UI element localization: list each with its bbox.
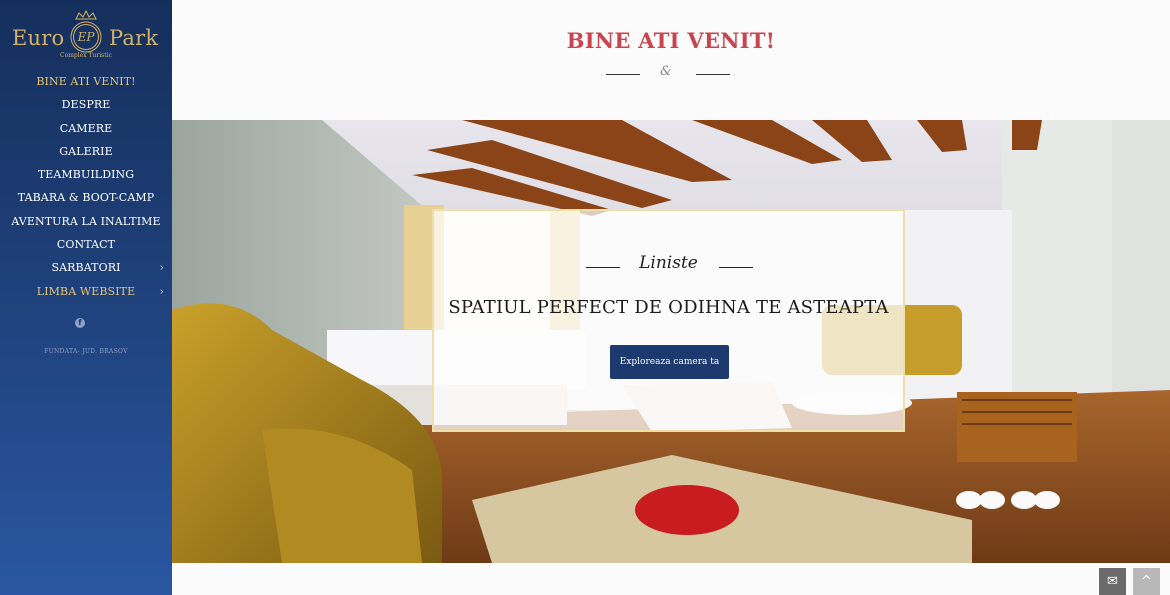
main-nav: BINE ATI VENIT! DESPRE CAMERE GALERIE TE… bbox=[0, 73, 172, 306]
crown-monogram-icon: EP bbox=[70, 10, 102, 53]
nav-item-galerie[interactable]: GALERIE bbox=[0, 143, 172, 166]
logo-word-euro: Euro bbox=[12, 26, 65, 50]
logo-word-park: Park bbox=[109, 26, 159, 50]
section-notch-divider bbox=[570, 563, 770, 595]
nav-item-camere[interactable]: CAMERE bbox=[0, 120, 172, 143]
chevron-right-icon: › bbox=[159, 261, 164, 275]
nav-item-sarbatori[interactable]: SARBATORI › bbox=[0, 259, 172, 282]
chevron-right-icon: › bbox=[159, 284, 164, 298]
nav-item-bine-ati-venit[interactable]: BINE ATI VENIT! bbox=[0, 73, 172, 96]
divider-right bbox=[696, 74, 730, 75]
page-title: BINE ATI VENIT! bbox=[566, 28, 776, 53]
nav-item-limba-website[interactable]: LIMBA WEBSITE › bbox=[0, 283, 172, 306]
explore-room-button[interactable]: Exploreaza camera ta bbox=[610, 345, 729, 379]
hero-overlay-card: Liniste SPATIUL PERFECT DE ODIHNA TE AST… bbox=[432, 209, 905, 432]
mail-icon[interactable]: ✉ bbox=[1099, 568, 1126, 595]
nav-item-despre[interactable]: DESPRE bbox=[0, 96, 172, 119]
scroll-top-icon[interactable]: ^ bbox=[1133, 568, 1160, 595]
hero-headline: SPATIUL PERFECT DE ODIHNA TE ASTEAPTA bbox=[448, 297, 889, 318]
nav-item-aventura-la-inaltime[interactable]: AVENTURA LA INALTIME bbox=[0, 213, 172, 236]
nav-item-contact[interactable]: CONTACT bbox=[0, 236, 172, 259]
overlay-divider-right bbox=[719, 267, 753, 268]
logo-tagline: Complex Turistic bbox=[60, 52, 112, 59]
facebook-icon[interactable]: f bbox=[75, 318, 85, 328]
nav-item-teambuilding[interactable]: TEAMBUILDING bbox=[0, 166, 172, 189]
address: FUNDATA- JUD. BRASOV bbox=[44, 348, 128, 355]
ampersand-ornament: & bbox=[660, 64, 672, 79]
divider-left bbox=[606, 74, 640, 75]
logo[interactable]: Euro EP Park Complex Turistic bbox=[0, 8, 172, 64]
sidebar: Euro EP Park Complex Turistic BINE ATI V… bbox=[0, 0, 172, 595]
nav-item-tabara-boot-camp[interactable]: TABARA & BOOT-CAMP bbox=[0, 189, 172, 212]
hero-script-title: Liniste bbox=[639, 253, 698, 273]
logo-monogram: EP bbox=[77, 30, 96, 44]
